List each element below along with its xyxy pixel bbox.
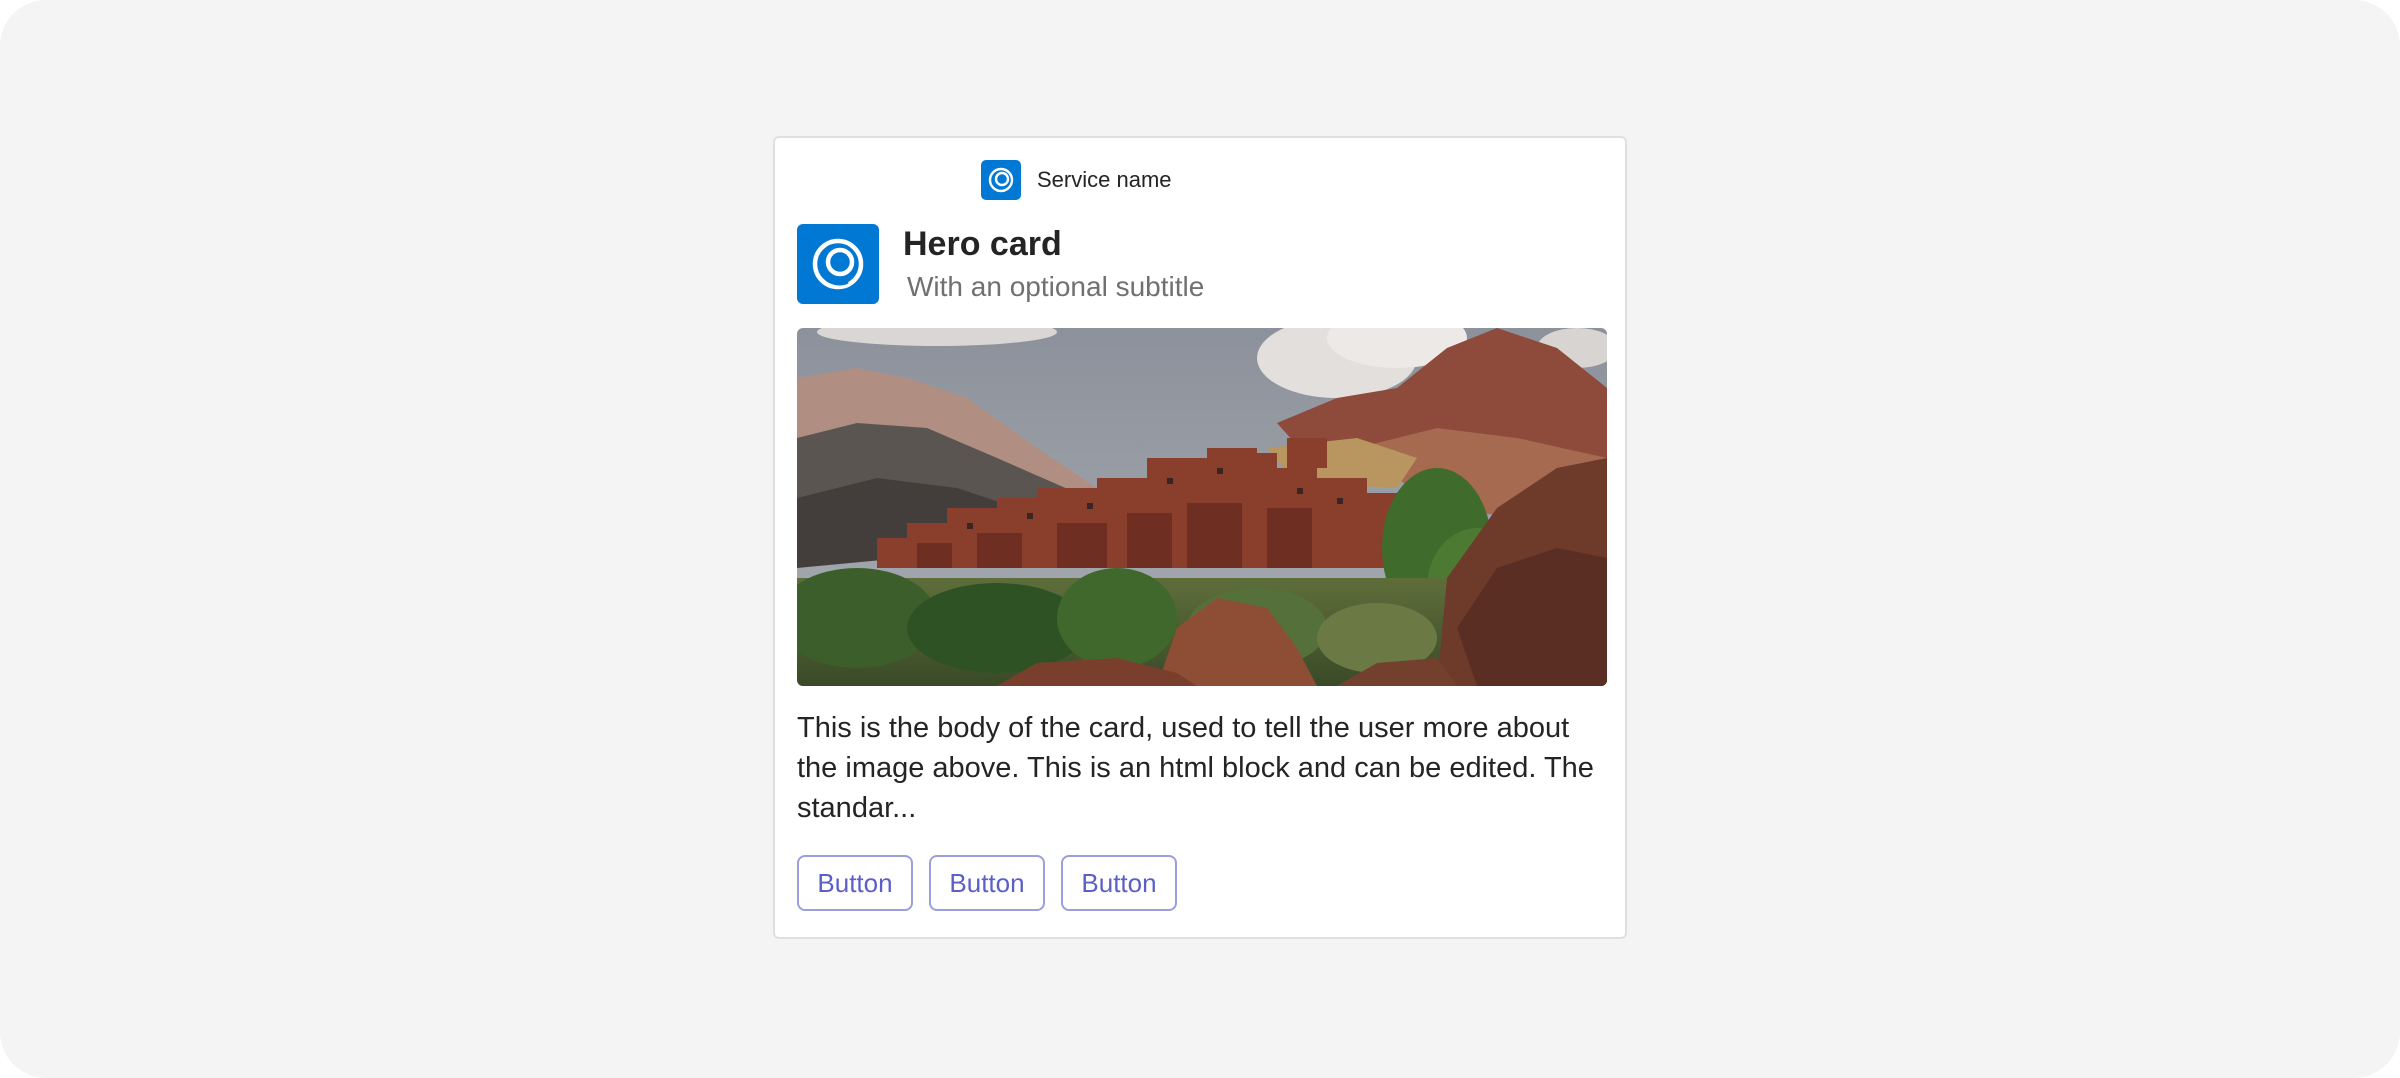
- action-button-2[interactable]: Button: [929, 855, 1045, 911]
- canvas-background: Service name Hero card With an optional …: [0, 0, 2400, 1078]
- card-body: This is the body of the card, used to te…: [797, 712, 1594, 824]
- app-logo-icon: [797, 224, 879, 304]
- action-button-1[interactable]: Button: [797, 855, 913, 911]
- card-title: Hero card: [903, 225, 1062, 263]
- action-button-3[interactable]: Button: [1061, 855, 1177, 911]
- hero-card: Service name Hero card With an optional …: [773, 136, 1627, 939]
- card-actions: Button Button Button: [797, 855, 1177, 911]
- hero-image: [797, 328, 1607, 686]
- service-name: Service name: [1037, 167, 1172, 192]
- service-header: Service name: [981, 160, 1172, 200]
- card-subtitle: With an optional subtitle: [907, 271, 1205, 302]
- service-logo-icon: [981, 160, 1021, 200]
